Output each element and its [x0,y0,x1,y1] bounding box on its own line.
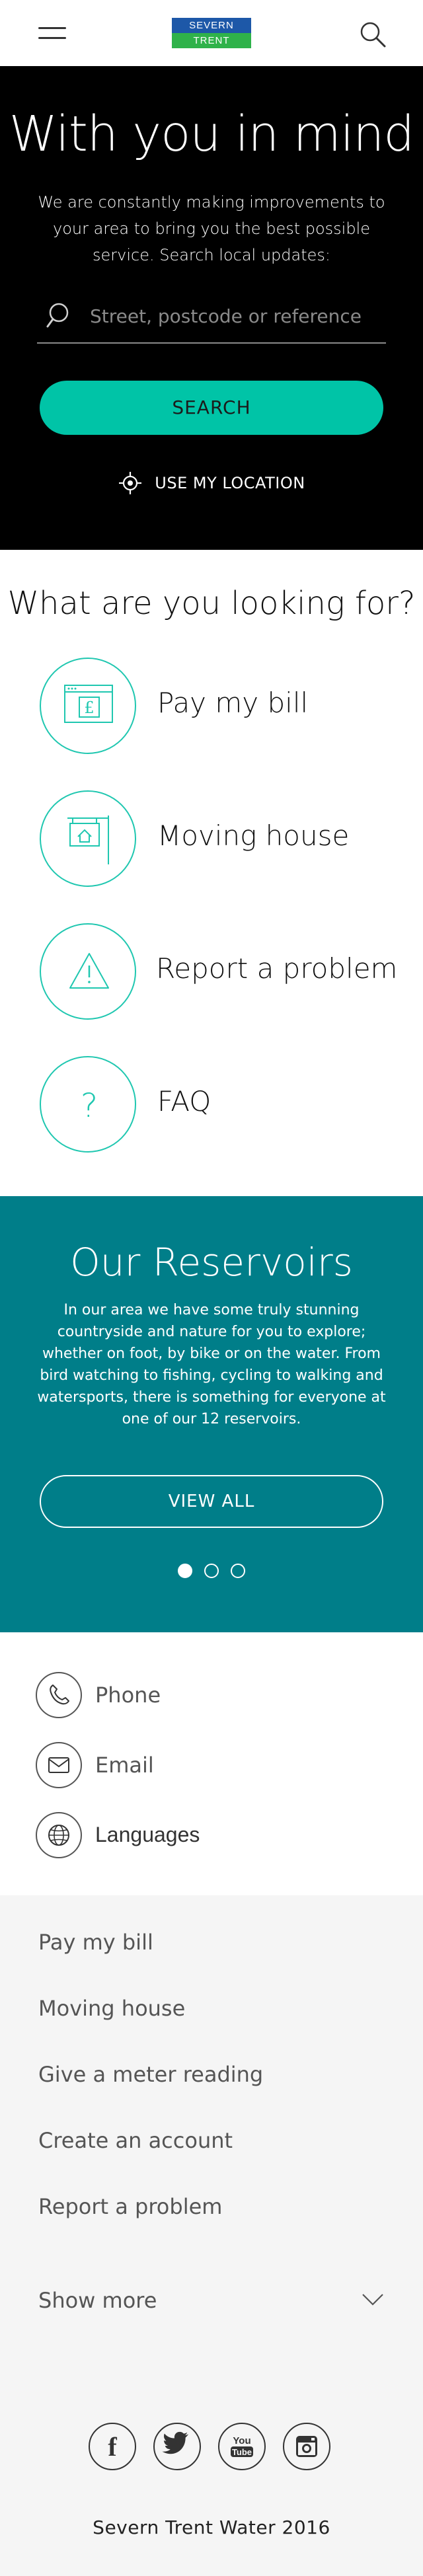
quick-link-label: FAQ [157,1085,212,1118]
phone-icon-circle [36,1672,82,1718]
contact-phone[interactable]: Phone [36,1672,406,1718]
facebook-icon: f [108,2432,117,2462]
svg-text:f: f [108,2432,117,2462]
youtube-button[interactable]: You Tube [218,2423,266,2470]
warning-icon-circle [40,923,136,1020]
bill-icon: £ [64,685,113,723]
hero-title: With you in mind [9,106,415,163]
view-all-button[interactable]: VIEW ALL [40,1475,383,1528]
chevron-down-icon [362,2294,383,2306]
footer-link-moving-house[interactable]: Moving house [38,1996,185,2021]
quick-link-label: Pay my bill [157,687,309,719]
reservoirs-description: In our area we have some truly stunning … [37,1302,386,1427]
quick-link-label: Moving house [157,819,350,852]
search-button[interactable]: SEARCH [40,381,383,435]
quick-link-moving-house[interactable]: Moving house [40,790,383,890]
carousel-dot-1[interactable] [178,1564,192,1578]
globe-icon-circle [36,1812,82,1858]
svg-text:You: You [233,2435,250,2446]
contact-label: Email [95,1753,154,1778]
carousel-dot-3[interactable] [231,1564,245,1578]
hero-description: We are constantly making improvements to… [38,193,385,264]
local-search-field [37,289,386,344]
use-my-location-button[interactable]: USE MY LOCATION [0,471,423,504]
house-sign-icon-circle [40,790,136,887]
phone-icon [50,1685,69,1705]
quick-link-pay-my-bill[interactable]: £ Pay my bill [40,658,383,757]
contact-languages[interactable]: Languages [36,1812,406,1858]
use-my-location-label: USE MY LOCATION [155,474,305,492]
instagram-icon [296,2436,317,2457]
search-icon [46,303,69,328]
search-input[interactable] [90,301,381,330]
carousel-dot-2[interactable] [204,1564,219,1578]
bill-icon-circle: £ [40,658,136,754]
globe-icon [48,1825,69,1846]
show-more-label: Show more [38,2288,157,2313]
house-sign-icon [67,815,109,864]
looking-for-title: What are you looking for? [7,585,416,622]
footer-link-pay-my-bill[interactable]: Pay my bill [38,1930,153,1955]
quick-link-report-a-problem[interactable]: Report a problem [40,923,397,1022]
severn-trent-logo[interactable]: SEVERN TRENT [171,17,252,50]
quick-link-faq[interactable]: ? FAQ [40,1056,383,1155]
search-icon[interactable] [360,21,386,48]
contact-label: Phone [95,1683,161,1708]
twitter-icon [162,2431,188,2454]
contact-label: Languages [95,1823,200,1846]
site-footer: Pay my bill Moving house Give a meter re… [0,1895,423,2576]
quick-link-label: Report a problem [156,952,398,985]
reservoirs-title: Our Reservoirs [70,1240,353,1285]
question-icon: ? [81,1086,98,1125]
warning-icon [69,953,109,989]
location-target-icon [119,472,142,494]
footer-link-create-account[interactable]: Create an account [38,2128,233,2153]
contact-email[interactable]: Email [36,1742,406,1788]
copyright-text: Severn Trent Water 2016 [93,2517,330,2538]
svg-text:?: ? [81,1086,98,1125]
svg-text:£: £ [84,699,94,717]
site-header: SEVERN TRENT [0,0,423,66]
svg-text:Tube: Tube [232,2447,252,2457]
instagram-button[interactable] [283,2423,330,2470]
hero-section: With you in mind We are constantly makin… [0,66,423,550]
email-icon [48,1757,69,1773]
reservoirs-carousel: Our Reservoirs In our area we have some … [0,1196,423,1632]
footer-link-meter-reading[interactable]: Give a meter reading [38,2062,263,2087]
twitter-button[interactable] [153,2423,201,2470]
question-icon-circle: ? [40,1056,136,1153]
facebook-button[interactable]: f [89,2423,136,2470]
logo-line-1: SEVERN [172,18,251,33]
logo-line-2: TRENT [172,33,251,48]
email-icon-circle [36,1742,82,1788]
footer-link-report-problem[interactable]: Report a problem [38,2194,222,2219]
youtube-icon: You Tube [231,2435,253,2457]
carousel-pagination [0,1564,423,1581]
show-more-toggle[interactable]: Show more [38,2288,389,2321]
hamburger-icon[interactable] [38,24,66,42]
